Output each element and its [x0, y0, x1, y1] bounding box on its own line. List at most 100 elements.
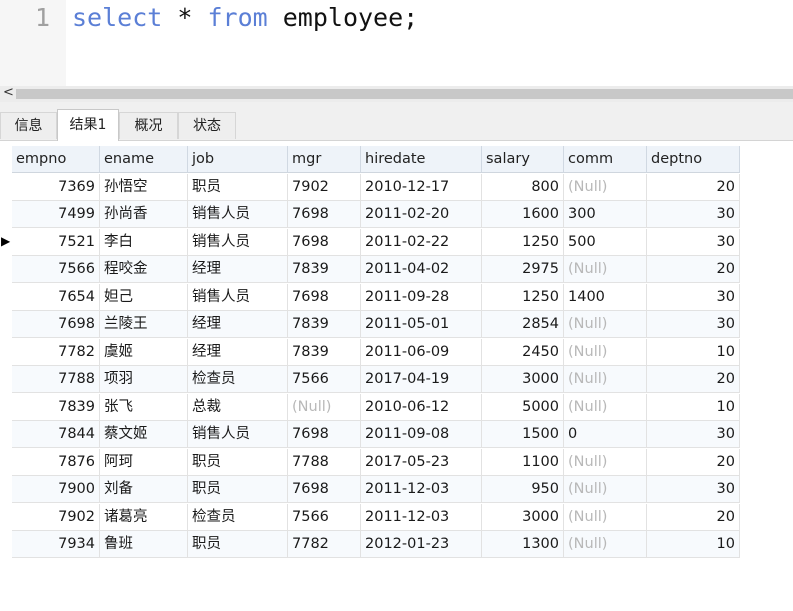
cell-empno[interactable]: 7902 [12, 503, 100, 531]
tab-result-1[interactable]: 结果1 [57, 109, 119, 141]
cell-deptno[interactable]: 20 [647, 366, 740, 393]
cell-ename[interactable]: 李白 [100, 228, 188, 256]
cell-mgr[interactable]: 7902 [288, 173, 361, 201]
cell-deptno[interactable]: 10 [647, 531, 740, 558]
column-header-mgr[interactable]: mgr [288, 146, 361, 173]
cell-empno[interactable]: 7844 [12, 421, 100, 448]
cell-salary[interactable]: 1600 [482, 201, 564, 228]
cell-empno[interactable]: 7654 [12, 283, 100, 311]
scrollbar-thumb[interactable] [16, 89, 793, 99]
sql-query-text[interactable]: select * from employee; [72, 3, 418, 32]
cell-comm[interactable]: (Null) [564, 173, 647, 201]
cell-hiredate[interactable]: 2011-09-08 [361, 421, 482, 448]
cell-ename[interactable]: 孙悟空 [100, 173, 188, 201]
cell-hiredate[interactable]: 2010-06-12 [361, 393, 482, 421]
cell-salary[interactable]: 1250 [482, 283, 564, 311]
cell-mgr[interactable]: 7698 [288, 283, 361, 311]
cell-hiredate[interactable]: 2011-02-20 [361, 201, 482, 228]
column-header-comm[interactable]: comm [564, 146, 647, 173]
cell-deptno[interactable]: 30 [647, 421, 740, 448]
cell-ename[interactable]: 鲁班 [100, 531, 188, 558]
cell-salary[interactable]: 2975 [482, 256, 564, 283]
cell-job[interactable]: 经理 [188, 338, 288, 366]
cell-job[interactable]: 销售人员 [188, 201, 288, 228]
column-header-ename[interactable]: ename [100, 146, 188, 173]
cell-job[interactable]: 总裁 [188, 393, 288, 421]
cell-hiredate[interactable]: 2017-05-23 [361, 448, 482, 476]
cell-job[interactable]: 职员 [188, 173, 288, 201]
cell-mgr[interactable]: 7566 [288, 366, 361, 393]
cell-job[interactable]: 职员 [188, 531, 288, 558]
cell-comm[interactable]: 0 [564, 421, 647, 448]
cell-comm[interactable]: (Null) [564, 448, 647, 476]
cell-empno[interactable]: 7369 [12, 173, 100, 201]
cell-salary[interactable]: 1300 [482, 531, 564, 558]
cell-ename[interactable]: 蔡文姬 [100, 421, 188, 448]
cell-empno[interactable]: 7788 [12, 366, 100, 393]
cell-hiredate[interactable]: 2011-09-28 [361, 283, 482, 311]
column-header-empno[interactable]: empno [12, 146, 100, 173]
cell-deptno[interactable]: 10 [647, 338, 740, 366]
cell-mgr[interactable]: 7698 [288, 201, 361, 228]
cell-salary[interactable]: 950 [482, 476, 564, 503]
cell-ename[interactable]: 阿珂 [100, 448, 188, 476]
cell-job[interactable]: 销售人员 [188, 283, 288, 311]
cell-hiredate[interactable]: 2011-06-09 [361, 338, 482, 366]
cell-comm[interactable]: (Null) [564, 531, 647, 558]
cell-empno[interactable]: 7839 [12, 393, 100, 421]
cell-empno[interactable]: 7499 [12, 201, 100, 228]
cell-comm[interactable]: (Null) [564, 256, 647, 283]
cell-ename[interactable]: 张飞 [100, 393, 188, 421]
cell-deptno[interactable]: 20 [647, 173, 740, 201]
cell-empno[interactable]: 7934 [12, 531, 100, 558]
cell-mgr[interactable]: 7839 [288, 256, 361, 283]
cell-salary[interactable]: 2450 [482, 338, 564, 366]
cell-comm[interactable]: 1400 [564, 283, 647, 311]
cell-mgr[interactable]: 7566 [288, 503, 361, 531]
cell-salary[interactable]: 3000 [482, 503, 564, 531]
cell-mgr[interactable]: 7698 [288, 421, 361, 448]
cell-mgr[interactable]: 7698 [288, 476, 361, 503]
tab-info[interactable]: 信息 [0, 112, 57, 139]
cell-comm[interactable]: (Null) [564, 366, 647, 393]
cell-empno[interactable]: 7782 [12, 338, 100, 366]
cell-ename[interactable]: 兰陵王 [100, 311, 188, 338]
horizontal-scrollbar[interactable]: < [0, 85, 793, 102]
cell-hiredate[interactable]: 2011-04-02 [361, 256, 482, 283]
cell-job[interactable]: 经理 [188, 311, 288, 338]
cell-deptno[interactable]: 10 [647, 393, 740, 421]
cell-ename[interactable]: 刘备 [100, 476, 188, 503]
cell-ename[interactable]: 孙尚香 [100, 201, 188, 228]
cell-deptno[interactable]: 20 [647, 448, 740, 476]
cell-mgr[interactable]: 7839 [288, 338, 361, 366]
cell-job[interactable]: 职员 [188, 448, 288, 476]
column-header-job[interactable]: job [188, 146, 288, 173]
cell-deptno[interactable]: 30 [647, 311, 740, 338]
cell-hiredate[interactable]: 2010-12-17 [361, 173, 482, 201]
cell-salary[interactable]: 5000 [482, 393, 564, 421]
cell-deptno[interactable]: 30 [647, 283, 740, 311]
cell-empno[interactable]: 7566 [12, 256, 100, 283]
cell-hiredate[interactable]: 2011-12-03 [361, 476, 482, 503]
cell-deptno[interactable]: 30 [647, 228, 740, 256]
cell-comm[interactable]: (Null) [564, 393, 647, 421]
cell-mgr[interactable]: 7788 [288, 448, 361, 476]
column-header-hiredate[interactable]: hiredate [361, 146, 482, 173]
cell-hiredate[interactable]: 2017-04-19 [361, 366, 482, 393]
cell-ename[interactable]: 妲己 [100, 283, 188, 311]
cell-ename[interactable]: 项羽 [100, 366, 188, 393]
column-header-deptno[interactable]: deptno [647, 146, 740, 173]
cell-mgr[interactable]: 7698 [288, 228, 361, 256]
cell-job[interactable]: 检查员 [188, 503, 288, 531]
cell-job[interactable]: 销售人员 [188, 421, 288, 448]
cell-hiredate[interactable]: 2012-01-23 [361, 531, 482, 558]
cell-salary[interactable]: 800 [482, 173, 564, 201]
cell-empno[interactable]: 7698 [12, 311, 100, 338]
cell-hiredate[interactable]: 2011-05-01 [361, 311, 482, 338]
cell-deptno[interactable]: 20 [647, 256, 740, 283]
cell-empno[interactable]: 7900 [12, 476, 100, 503]
tab-status[interactable]: 状态 [178, 112, 236, 139]
cell-hiredate[interactable]: 2011-12-03 [361, 503, 482, 531]
cell-comm[interactable]: (Null) [564, 338, 647, 366]
cell-deptno[interactable]: 30 [647, 476, 740, 503]
